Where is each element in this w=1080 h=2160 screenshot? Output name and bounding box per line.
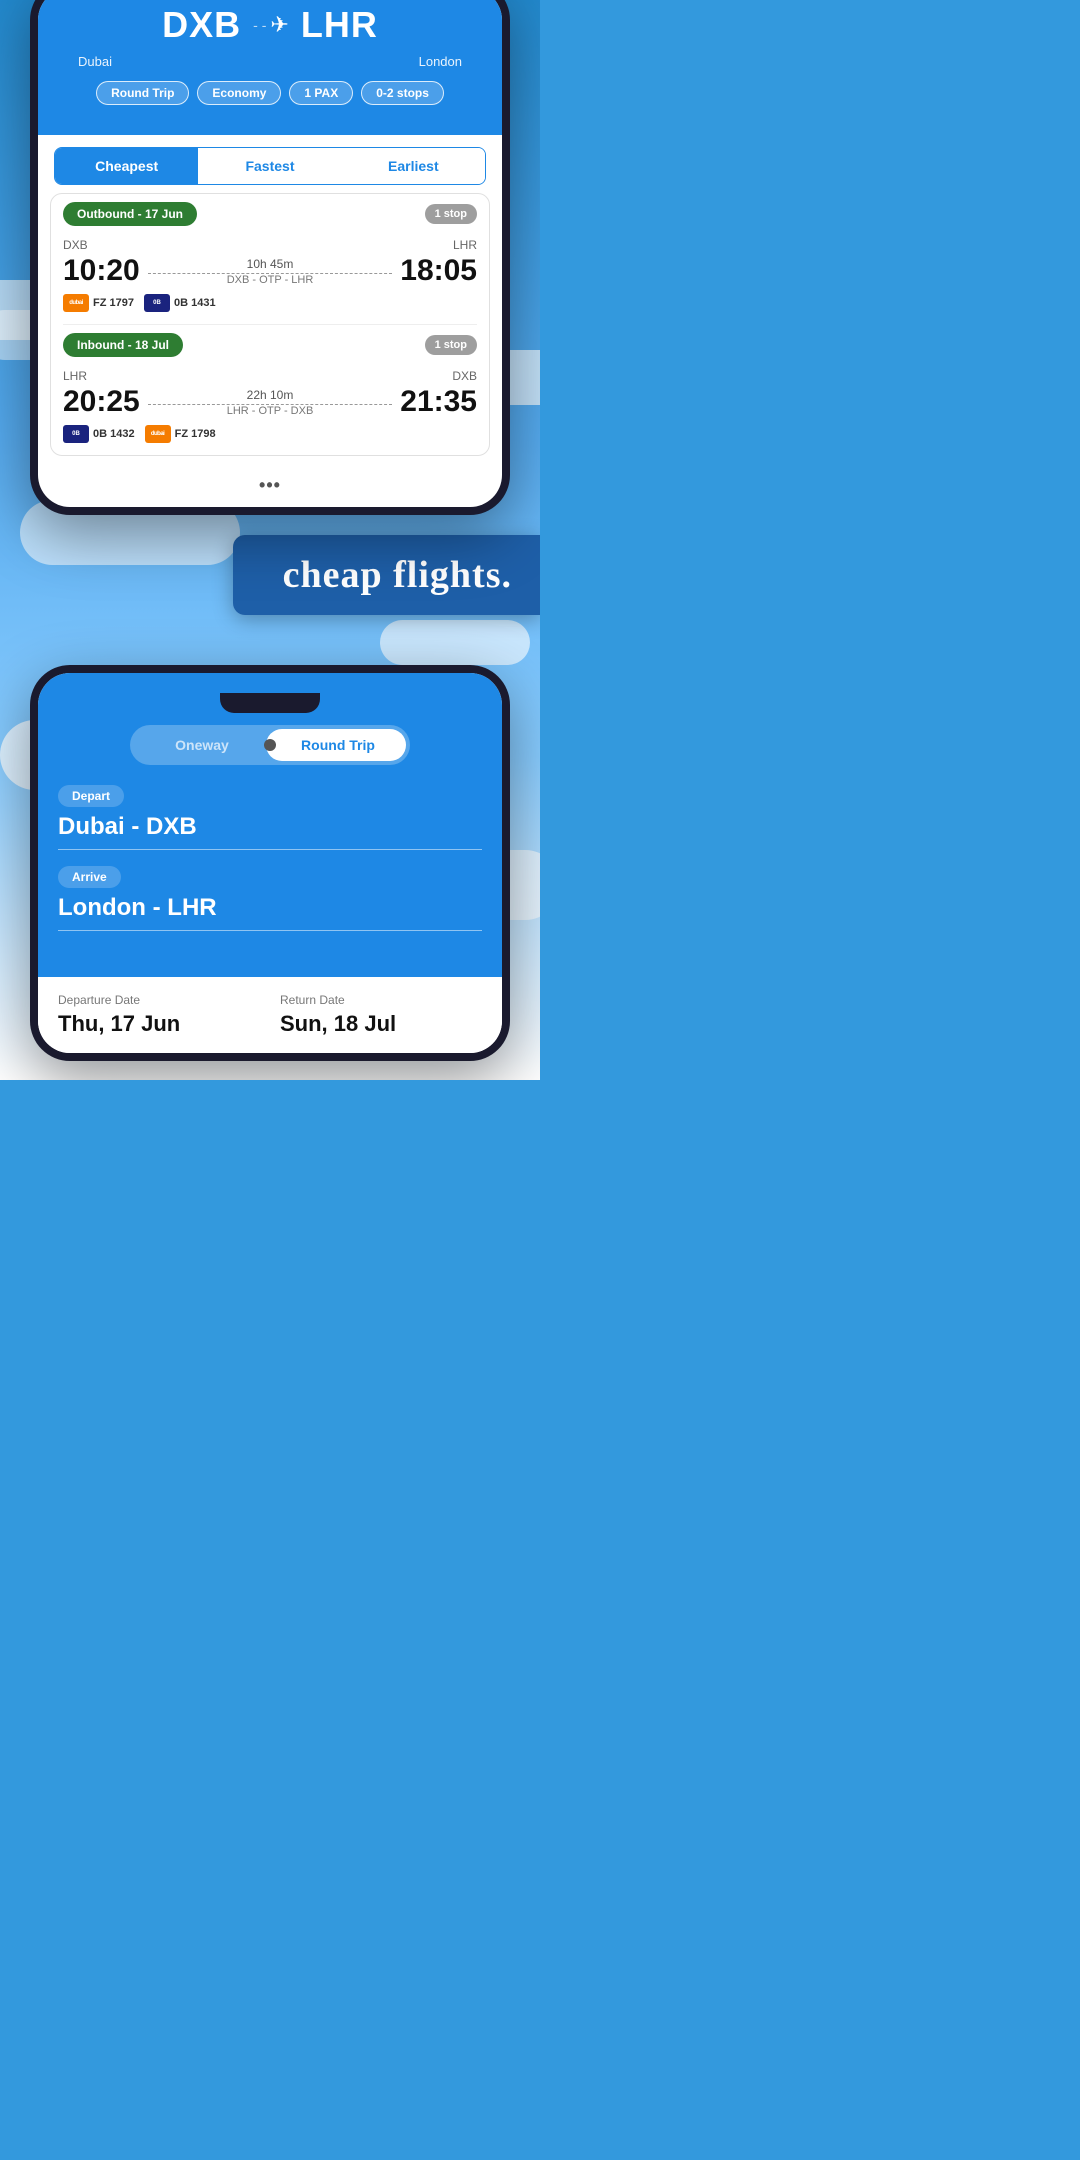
outbound-airline-1: dubai FZ 1797 [63, 294, 134, 312]
blueair-logo-2: 0B [63, 425, 89, 443]
outbound-airline-2: 0B 0B 1431 [144, 294, 216, 312]
outbound-times: 10:20 10h 45m DXB - OTP - LHR 18:0 [63, 254, 477, 288]
return-date-label: Return Date [280, 993, 482, 1007]
inbound-flight-num-2: FZ 1798 [175, 428, 216, 440]
phone2-header: Oneway Round Trip Depart Dubai - DXB [38, 673, 502, 977]
inbound-label: Inbound - 18 Jul [63, 333, 183, 357]
flydubai-logo-1: dubai [63, 294, 89, 312]
origin-city: Dubai [78, 54, 112, 69]
outbound-segment-header: Outbound - 17 Jun 1 stop [51, 194, 489, 234]
inbound-arrive-time: 21:35 [400, 385, 477, 419]
cheap-flights-text: cheap flights. [283, 554, 512, 596]
departure-date-value: Thu, 17 Jun [58, 1011, 260, 1037]
inbound-duration-info: 22h 10m LHR - OTP - DXB [140, 388, 401, 417]
inbound-origin: LHR [63, 369, 87, 383]
inbound-airports: LHR DXB [63, 369, 477, 383]
city-names-row: Dubai London [58, 54, 482, 69]
return-date-group[interactable]: Return Date Sun, 18 Jul [280, 993, 482, 1037]
arrive-field-group: Arrive London - LHR [58, 866, 482, 931]
filter-pills: Round Trip Economy 1 PAX 0-2 stops [58, 81, 482, 105]
destination-city: London [419, 54, 462, 69]
flydubai-logo-2: dubai [145, 425, 171, 443]
outbound-label: Outbound - 17 Jun [63, 202, 197, 226]
depart-field-group: Depart Dubai - DXB [58, 785, 482, 850]
airplane-icon: - - ✈ [253, 12, 289, 38]
origin-code: DXB [162, 4, 241, 46]
phone-screen-2: Oneway Round Trip Depart Dubai - DXB [38, 673, 502, 1053]
pill-economy[interactable]: Economy [197, 81, 281, 105]
inbound-flight-num-1: 0B 1432 [93, 428, 135, 440]
inbound-route: LHR - OTP - DXB [148, 405, 393, 417]
phone1-header: DXB - - ✈ LHR Dubai London Rou [38, 0, 502, 135]
outbound-arrive-time: 18:05 [400, 254, 477, 288]
arrow-left: - - [253, 17, 266, 33]
return-date-value: Sun, 18 Jul [280, 1011, 482, 1037]
phone-frame-1: DXB - - ✈ LHR Dubai London Rou [30, 0, 510, 515]
outbound-route: DXB - OTP - LHR [148, 274, 393, 286]
pill-stops[interactable]: 0-2 stops [361, 81, 444, 105]
inbound-destination: DXB [452, 369, 477, 383]
trip-type-toggle[interactable]: Oneway Round Trip [130, 725, 410, 765]
outbound-segment-body: DXB LHR 10:20 10h 45m [51, 234, 489, 324]
phone-frame-2: Oneway Round Trip Depart Dubai - DXB [30, 665, 510, 1061]
notch [220, 693, 320, 713]
inbound-duration: 22h 10m [148, 388, 393, 402]
outbound-destination: LHR [453, 238, 477, 252]
price-teaser: ••• [38, 464, 502, 507]
outbound-depart-time: 10:20 [63, 254, 140, 288]
sort-tabs: Cheapest Fastest Earliest [54, 147, 486, 185]
inbound-depart-time: 20:25 [63, 385, 140, 419]
outbound-stop-badge: 1 stop [425, 204, 477, 224]
depart-value[interactable]: Dubai - DXB [58, 813, 482, 850]
phone-screen-1: DXB - - ✈ LHR Dubai London Rou [38, 0, 502, 507]
middle-section: cheap flights. [0, 515, 540, 645]
arrive-value[interactable]: London - LHR [58, 894, 482, 931]
inbound-stop-badge: 1 stop [425, 335, 477, 355]
plane-symbol: ✈ [270, 12, 288, 38]
outbound-airports: DXB LHR [63, 238, 477, 252]
outbound-duration-info: 10h 45m DXB - OTP - LHR [140, 257, 401, 286]
outbound-flight-num-1: FZ 1797 [93, 297, 134, 309]
pill-round-trip[interactable]: Round Trip [96, 81, 189, 105]
route-row: DXB - - ✈ LHR [58, 4, 482, 46]
inbound-segment-header: Inbound - 18 Jul 1 stop [51, 325, 489, 365]
outbound-origin: DXB [63, 238, 88, 252]
outbound-flight-num-2: 0B 1431 [174, 297, 216, 309]
inbound-airline-1: 0B 0B 1432 [63, 425, 135, 443]
inbound-airline-2: dubai FZ 1798 [145, 425, 216, 443]
blueair-logo-1: 0B [144, 294, 170, 312]
arrive-label: Arrive [58, 866, 121, 888]
toggle-roundtrip[interactable]: Round Trip [270, 729, 406, 761]
inbound-segment-body: LHR DXB 20:25 22h 10m [51, 365, 489, 455]
destination-code: LHR [301, 4, 378, 46]
toggle-indicator [264, 739, 276, 751]
tab-earliest[interactable]: Earliest [342, 148, 485, 184]
inbound-airlines: 0B 0B 1432 dubai FZ 1798 [63, 425, 477, 443]
tab-fastest[interactable]: Fastest [198, 148, 341, 184]
phone-body-1: DXB - - ✈ LHR Dubai London Rou [30, 0, 510, 515]
phone-body-2: Oneway Round Trip Depart Dubai - DXB [30, 665, 510, 1061]
outbound-duration: 10h 45m [148, 257, 393, 271]
inbound-times: 20:25 22h 10m LHR - OTP - DXB 21:3 [63, 385, 477, 419]
departure-date-group[interactable]: Departure Date Thu, 17 Jun [58, 993, 260, 1037]
cheap-flights-banner: cheap flights. [233, 535, 540, 615]
departure-date-label: Departure Date [58, 993, 260, 1007]
depart-label: Depart [58, 785, 124, 807]
dates-row: Departure Date Thu, 17 Jun Return Date S… [38, 977, 502, 1053]
toggle-oneway[interactable]: Oneway [134, 729, 270, 761]
notch-area [58, 693, 482, 713]
pill-pax[interactable]: 1 PAX [289, 81, 353, 105]
outbound-airlines: dubai FZ 1797 0B 0B 1431 [63, 294, 477, 312]
tab-cheapest[interactable]: Cheapest [55, 148, 198, 184]
outbound-flight-card: Outbound - 17 Jun 1 stop DXB LHR 10:20 [50, 193, 490, 456]
